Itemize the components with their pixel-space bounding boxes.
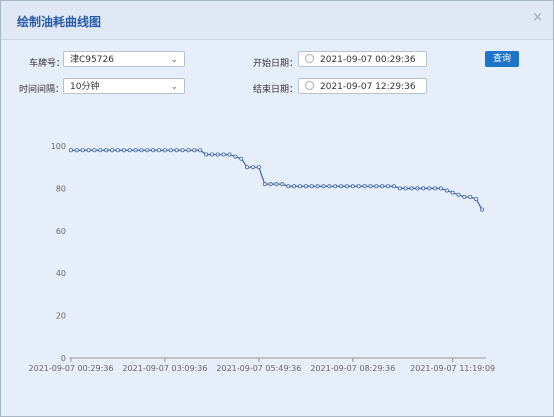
data-point [344,184,349,189]
data-point [391,184,396,189]
data-point [286,184,291,189]
data-point [251,165,256,170]
data-point [69,148,74,153]
data-point [233,154,238,159]
data-point [80,148,85,153]
data-point [98,148,103,153]
data-point [450,190,455,195]
series-line [71,149,483,210]
data-point [350,184,355,189]
data-point [292,184,297,189]
data-point [462,194,467,199]
data-point [468,194,473,199]
data-point [415,186,420,191]
data-point [479,207,484,212]
data-point [427,186,432,191]
data-point [321,184,326,189]
x-tick-label: 2021-09-07 11:19:09 [410,364,495,373]
y-tick-label: 0 [61,354,66,363]
data-point [262,182,267,187]
data-point [227,152,232,157]
data-point [151,148,156,153]
data-point [456,192,461,197]
data-point [139,148,144,153]
data-point [333,184,338,189]
data-point [444,188,449,193]
data-point [110,148,115,153]
data-point [386,184,391,189]
data-point [192,148,197,153]
data-point [168,148,173,153]
data-point [409,186,414,191]
fuel-chart-dialog: 绘制油耗曲线图 × 车牌号： 津C95726 ⌄ 时间间隔： 10分钟 ⌄ 开始… [0,0,554,417]
data-point [374,184,379,189]
data-point [74,148,79,153]
y-tick-label: 60 [56,227,66,236]
data-point [92,148,97,153]
data-point [327,184,332,189]
data-point [104,148,109,153]
data-point [397,186,402,191]
data-point [274,182,279,187]
data-point [133,148,138,153]
data-point [339,184,344,189]
data-point [157,148,162,153]
data-point [245,165,250,170]
data-point [356,184,361,189]
data-point [215,152,220,157]
data-point [438,186,443,191]
data-point [86,148,91,153]
data-point [380,184,385,189]
data-point [180,148,185,153]
data-point [280,182,285,187]
data-point [221,152,226,157]
x-tick-label: 2021-09-07 03:09:36 [122,364,207,373]
data-point [204,152,209,157]
data-point [268,182,273,187]
data-point [433,186,438,191]
data-point [297,184,302,189]
y-tick-label: 100 [51,142,66,151]
x-tick-label: 2021-09-07 05:49:36 [216,364,301,373]
data-point [239,156,244,161]
data-point [127,148,132,153]
data-point [162,148,167,153]
data-point [403,186,408,191]
x-tick-label: 2021-09-07 00:29:36 [29,364,114,373]
x-tick-label: 2021-09-07 08:29:36 [310,364,395,373]
data-point [145,148,150,153]
y-tick-label: 80 [56,184,66,193]
data-point [174,148,179,153]
fuel-line-chart: 0 20 40 60 80 100 2021-09-07 00:29:36 2021-09-0… [29,142,496,373]
data-point [421,186,426,191]
data-point [362,184,367,189]
data-point [303,184,308,189]
y-tick-label: 40 [56,269,66,278]
data-point [368,184,373,189]
data-point [309,184,314,189]
data-point [209,152,214,157]
data-point [121,148,126,153]
data-point [115,148,120,153]
y-tick-label: 20 [56,312,66,321]
data-point [186,148,191,153]
data-point [256,165,261,170]
data-point [198,148,203,153]
data-point [315,184,320,189]
data-point [474,196,479,201]
